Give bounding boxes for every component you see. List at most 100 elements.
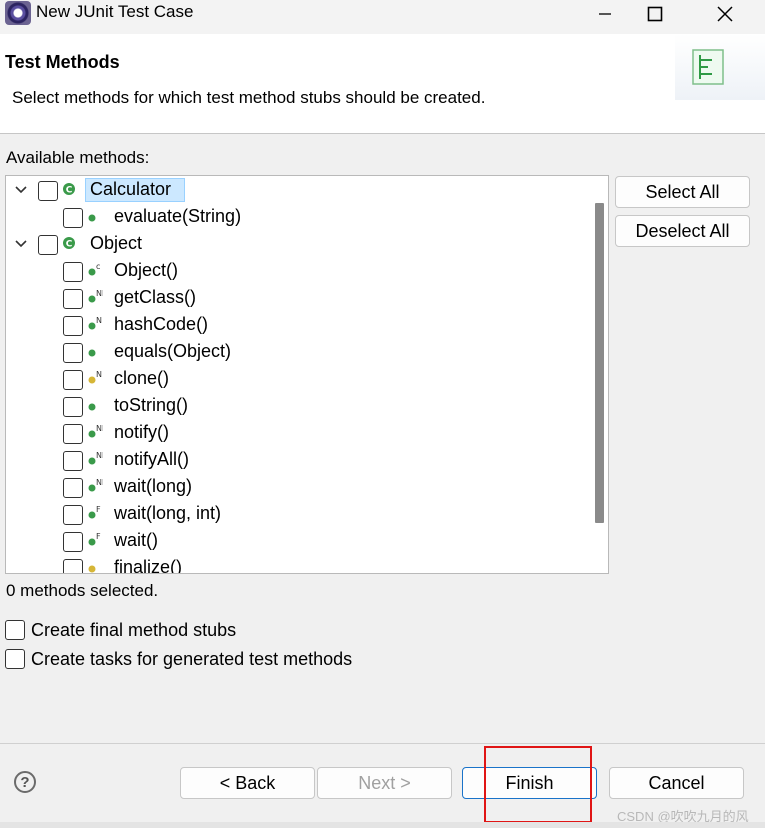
tree-method-row[interactable]: evaluate(String) (6, 204, 586, 231)
maximize-icon (647, 6, 663, 22)
final-stubs-label: Create final method stubs (31, 619, 237, 640)
class-label: Object (90, 233, 143, 253)
method-checkbox[interactable] (63, 532, 83, 552)
svg-text:C: C (66, 240, 73, 250)
finish-highlight-box (484, 746, 592, 823)
method-label: finalize() (114, 557, 183, 574)
method-checkbox[interactable] (38, 235, 58, 255)
public-method-icon (88, 403, 96, 411)
svg-text:N: N (96, 371, 102, 379)
public-method-icon: NF (88, 452, 103, 465)
tree-method-row[interactable]: NF notify() (6, 420, 586, 447)
tree-method-row[interactable]: NF getClass() (6, 285, 586, 312)
protected-method-icon (88, 565, 96, 573)
page-title: Test Methods (5, 52, 120, 72)
svg-text:NF: NF (96, 425, 103, 433)
tree-class-row[interactable]: C Calculator (6, 177, 586, 204)
method-checkbox[interactable] (63, 451, 83, 471)
method-checkbox[interactable] (63, 505, 83, 525)
cancel-button[interactable]: Cancel (609, 767, 744, 799)
method-checkbox[interactable] (63, 343, 83, 363)
method-checkbox[interactable] (38, 181, 58, 201)
method-label: equals(Object) (114, 341, 232, 361)
close-icon (717, 6, 733, 22)
public-method-icon: N (88, 317, 102, 330)
protected-method-icon: N (88, 371, 102, 384)
method-checkbox[interactable] (63, 559, 83, 573)
minimize-icon (599, 13, 611, 15)
tree-method-row[interactable]: equals(Object) (6, 339, 586, 366)
method-label: getClass() (114, 287, 197, 307)
class-label: Calculator (90, 179, 172, 199)
final-stubs-checkbox[interactable] (5, 620, 25, 640)
public-method-icon: F (88, 506, 101, 519)
tree-method-row[interactable]: NhashCode() (6, 312, 586, 339)
method-label: wait(long, int) (114, 503, 222, 523)
public-method-icon: NF (88, 479, 103, 492)
next-button[interactable]: Next > (317, 767, 452, 799)
deselect-all-button[interactable]: Deselect All (615, 215, 750, 247)
method-label: wait() (114, 530, 158, 550)
class-icon: C (63, 183, 75, 196)
back-button[interactable]: < Back (180, 767, 315, 799)
method-label: Object() (114, 260, 179, 280)
scrollbar-thumb[interactable] (595, 203, 604, 523)
method-label: notifyAll() (114, 449, 190, 469)
tree-method-row[interactable]: NF notifyAll() (6, 447, 586, 474)
chevron-down-icon[interactable] (13, 182, 29, 198)
svg-text:C: C (66, 186, 73, 196)
public-method-icon (88, 214, 96, 222)
method-label: toString() (114, 395, 189, 415)
public-method-icon: NF (88, 425, 103, 438)
svg-text:NF: NF (96, 452, 103, 460)
method-label: wait(long) (114, 476, 193, 496)
tree-class-row[interactable]: C Object (6, 231, 586, 258)
tasks-option[interactable]: Create tasks for generated test methods (5, 647, 352, 671)
method-checkbox[interactable] (63, 370, 83, 390)
public-method-icon (88, 349, 96, 357)
selection-status: 0 methods selected. (6, 581, 159, 600)
method-checkbox[interactable] (63, 262, 83, 282)
maximize-button[interactable] (631, 0, 679, 28)
method-checkbox[interactable] (63, 424, 83, 444)
junit-wizard-icon (692, 49, 724, 85)
tree-scrollbar[interactable] (590, 176, 608, 573)
tree-method-row[interactable]: c Object() (6, 258, 586, 285)
tasks-checkbox[interactable] (5, 649, 25, 669)
title-bar: New JUnit Test Case (0, 0, 765, 34)
tree-method-row[interactable]: Fwait(long, int) (6, 501, 586, 528)
tree-method-row[interactable]: Fwait() (6, 528, 586, 555)
public-method-icon: F (88, 533, 101, 546)
help-icon[interactable]: ? (14, 771, 36, 793)
method-checkbox[interactable] (63, 316, 83, 336)
method-checkbox[interactable] (63, 397, 83, 417)
tree-method-row[interactable]: NF wait(long) (6, 474, 586, 501)
public-method-icon: NF (88, 290, 103, 303)
tasks-label: Create tasks for generated test methods (31, 648, 353, 669)
svg-text:F: F (96, 533, 101, 541)
page-description: Select methods for which test method stu… (12, 88, 486, 107)
minimize-button[interactable] (581, 0, 629, 28)
chevron-down-icon[interactable] (13, 236, 29, 252)
final-stubs-option[interactable]: Create final method stubs (5, 618, 236, 642)
eclipse-app-icon (5, 1, 31, 25)
tree-method-row[interactable]: toString() (6, 393, 586, 420)
close-button[interactable] (701, 0, 749, 28)
method-label: notify() (114, 422, 170, 442)
svg-text:NF: NF (96, 290, 103, 298)
wizard-header: Test Methods Select methods for which te… (0, 34, 765, 134)
select-all-button[interactable]: Select All (615, 176, 750, 208)
public-method-icon: c (88, 263, 100, 276)
tree-method-row[interactable]: Nclone() (6, 366, 586, 393)
method-checkbox[interactable] (63, 289, 83, 309)
method-label: clone() (114, 368, 170, 388)
class-icon: C (63, 237, 75, 250)
method-label: evaluate(String) (114, 206, 242, 226)
svg-text:N: N (96, 317, 102, 325)
methods-tree[interactable]: C Calculator evaluate(String) C Object c Objec… (5, 175, 609, 574)
method-checkbox[interactable] (63, 208, 83, 228)
method-label: hashCode() (114, 314, 209, 334)
method-checkbox[interactable] (63, 478, 83, 498)
tree-method-row[interactable]: finalize() (6, 555, 586, 574)
available-methods-label: Available methods: (6, 148, 150, 167)
